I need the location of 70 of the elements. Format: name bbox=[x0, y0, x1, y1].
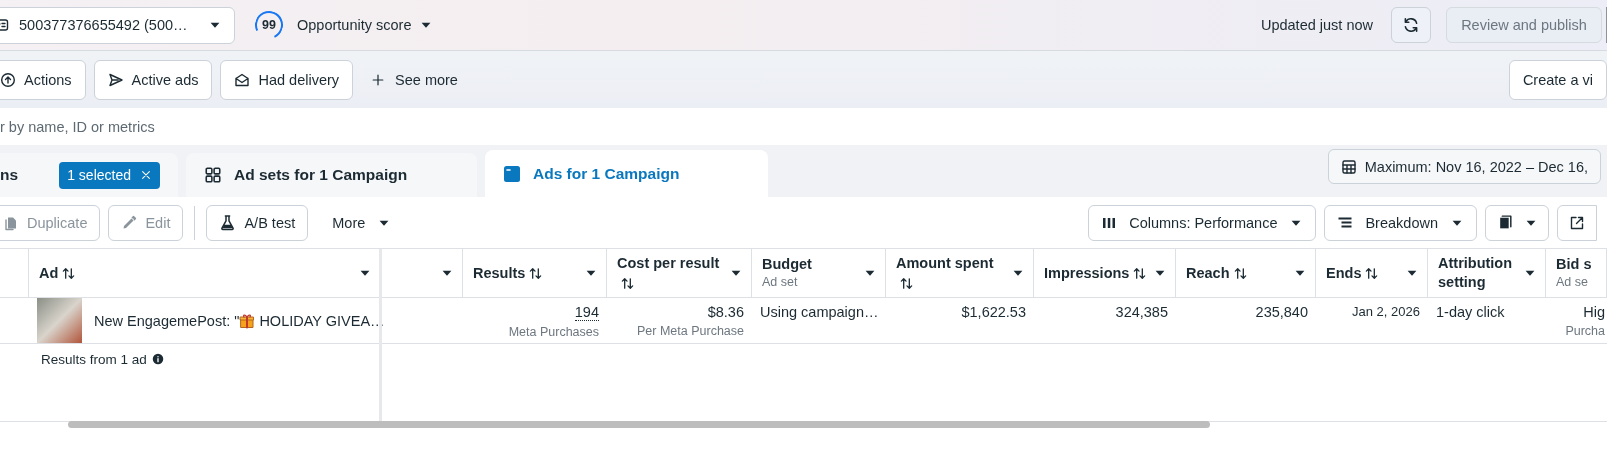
filter-button[interactable]: Had delivery bbox=[220, 59, 354, 100]
scrollbar[interactable] bbox=[68, 421, 1210, 428]
sort-icon bbox=[899, 275, 914, 291]
summary-text: Results from 1 ad bbox=[41, 351, 147, 367]
info-icon bbox=[151, 353, 164, 365]
export-icon bbox=[1569, 214, 1585, 231]
metric-value[interactable]: 194 bbox=[574, 304, 599, 321]
update-status: Updated just now bbox=[1260, 17, 1373, 33]
create-view-button[interactable]: Create a vi bbox=[1508, 59, 1607, 100]
photo-placeholder bbox=[37, 298, 82, 343]
refresh-button[interactable] bbox=[1391, 7, 1431, 43]
filter-button[interactable]: Actions bbox=[0, 59, 86, 100]
flask-icon bbox=[219, 214, 237, 231]
column-header[interactable]: Attribution setting bbox=[1438, 254, 1519, 292]
metric-value: 324,385 bbox=[1115, 304, 1168, 320]
search-field[interactable]: r by name, ID or metrics bbox=[0, 118, 400, 135]
table-icon bbox=[1340, 158, 1357, 175]
metric-label: Purcha bbox=[1565, 324, 1605, 338]
reports-dropdown[interactable] bbox=[1485, 204, 1549, 241]
sort-icon bbox=[528, 266, 544, 282]
envelope-icon bbox=[234, 71, 251, 88]
column-header[interactable]: Ends bbox=[1326, 263, 1401, 283]
metric-value: 235,840 bbox=[1255, 304, 1308, 320]
tab[interactable]: Ad sets for 1 Campaign bbox=[186, 153, 477, 197]
sort-icon bbox=[620, 275, 635, 291]
pencil-icon bbox=[121, 214, 138, 231]
end-date: Jan 2, 2026 bbox=[1352, 304, 1420, 319]
column-header[interactable]: Reach bbox=[1186, 263, 1289, 283]
column-header[interactable]: Budget Ad set bbox=[762, 255, 859, 291]
column-header[interactable]: Impressions bbox=[1044, 263, 1149, 283]
export-button[interactable] bbox=[1557, 204, 1597, 241]
account-selector[interactable]: 500377376655492 (500… bbox=[0, 6, 235, 44]
metric-value: $1,622.53 bbox=[961, 304, 1026, 320]
tab[interactable]: ns 1 selected bbox=[0, 153, 178, 197]
sort-icon bbox=[1132, 266, 1148, 282]
grid-icon bbox=[204, 166, 222, 184]
close-icon bbox=[140, 169, 152, 181]
metric-value: $8.36 bbox=[707, 304, 744, 320]
toolbar-dropdown[interactable]: Breakdown bbox=[1324, 204, 1477, 241]
opportunity-score-value: 99 bbox=[261, 18, 277, 32]
selection-badge[interactable]: 1 selected bbox=[59, 161, 160, 189]
toolbar-dropdown[interactable]: Columns: Performance bbox=[1088, 204, 1317, 241]
sort-icon bbox=[1232, 266, 1248, 282]
sort-icon bbox=[61, 266, 77, 282]
plus-icon bbox=[371, 72, 386, 87]
toolbar-button[interactable]: A/B test bbox=[206, 204, 309, 241]
table-cell-text: 1-day click bbox=[1436, 304, 1506, 320]
see-more-button[interactable]: See more bbox=[371, 71, 458, 88]
refresh-icon bbox=[1402, 16, 1420, 34]
table-cell-text: Using campaign… bbox=[760, 304, 878, 320]
tab[interactable]: Ads for 1 Campaign bbox=[485, 150, 768, 197]
column-header[interactable]: Results bbox=[473, 263, 580, 283]
gift-icon bbox=[239, 312, 256, 329]
date-range-button[interactable]: Maximum: Nov 16, 2022 – Dec 16, bbox=[1327, 149, 1601, 184]
filter-button[interactable]: Active ads bbox=[93, 59, 213, 100]
paper-plane-icon bbox=[107, 71, 124, 88]
opportunity-score-dropdown[interactable]: Opportunity score bbox=[297, 17, 434, 33]
more-dropdown[interactable]: More bbox=[326, 213, 398, 232]
column-header[interactable]: Ad bbox=[39, 263, 354, 283]
ad-name[interactable]: HOLIDAY GIVEA… bbox=[259, 312, 385, 329]
column-header[interactable]: Cost per result bbox=[617, 254, 725, 292]
upload-icon bbox=[0, 71, 16, 88]
ad-name-prefix: New EngagemePost: " bbox=[94, 312, 240, 329]
sort-icon bbox=[1364, 266, 1380, 282]
column-header[interactable]: Amount spent bbox=[896, 254, 1007, 292]
metric-value: Hig bbox=[1583, 304, 1605, 320]
window-icon bbox=[503, 164, 521, 183]
column-header[interactable]: Bid s Ad se bbox=[1556, 255, 1598, 291]
metric-label: Per Meta Purchase bbox=[637, 324, 744, 338]
metric-label: Meta Purchases bbox=[508, 325, 599, 339]
